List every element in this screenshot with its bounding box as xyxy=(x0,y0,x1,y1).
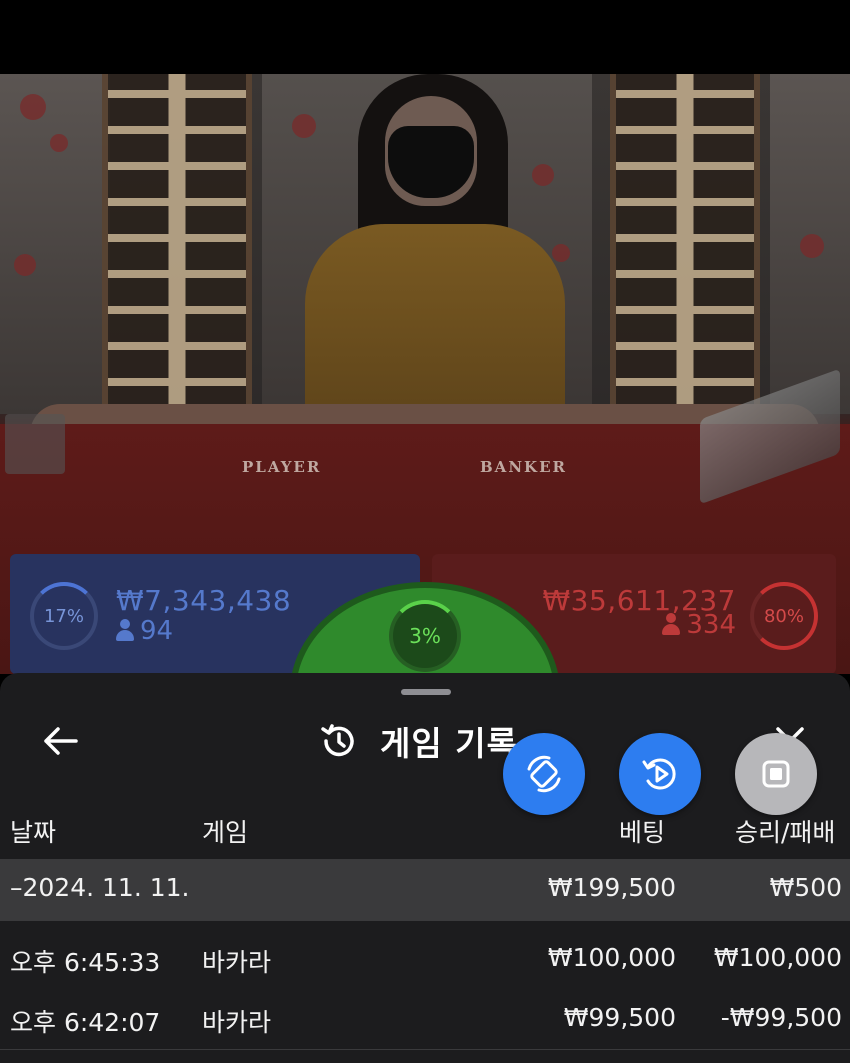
backdrop-screen-right xyxy=(770,74,850,414)
stop-icon xyxy=(762,760,790,788)
history-icon xyxy=(318,721,358,761)
banker-percent-ring: 80% xyxy=(750,582,818,650)
player-bet-amount: ₩7,343,438 xyxy=(116,584,292,617)
column-header-date: 날짜 xyxy=(10,818,57,847)
row-result: -₩99,500 xyxy=(720,1003,842,1032)
date-group-bet-total: ₩199,500 xyxy=(547,873,676,902)
row-time: 오후 6:45:33 xyxy=(10,948,161,977)
row-game: 바카라 xyxy=(202,948,272,977)
dealer-mask xyxy=(388,126,474,198)
player-bettor-count-value: 94 xyxy=(140,616,174,646)
stop-button[interactable] xyxy=(735,733,817,815)
banker-felt-label: BANKER xyxy=(480,458,567,476)
tie-percent-ring: 3% xyxy=(389,600,461,672)
table-row[interactable]: 오후 6:45:33 바카라 ₩100,000 ₩100,000 xyxy=(0,929,850,989)
dealer-body xyxy=(305,224,565,424)
rotate-device-button[interactable] xyxy=(503,733,585,815)
arrow-left-icon[interactable] xyxy=(38,721,82,761)
sheet-title: 게임 기록 xyxy=(380,724,518,763)
date-group-label: –2024. 11. 11. xyxy=(10,873,190,902)
row-game: 바카라 xyxy=(202,1008,272,1037)
game-history-sheet: 게임 기록 날짜 게임 베팅 승리/패배 –2024. 11. 11. ₩199… xyxy=(0,673,850,1063)
row-bet: ₩100,000 xyxy=(547,943,676,972)
player-bettor-count: 94 xyxy=(116,616,173,646)
row-divider xyxy=(0,1049,850,1050)
column-header-game: 게임 xyxy=(202,818,249,847)
lattice-panel-right xyxy=(610,74,760,414)
player-percent: 17% xyxy=(43,605,84,627)
banker-bettor-count: 334 xyxy=(662,610,736,640)
column-header-bet: 베팅 xyxy=(619,818,666,847)
replay-video-icon xyxy=(642,758,676,790)
row-time: 오후 6:42:07 xyxy=(10,1008,161,1037)
discard-tray xyxy=(5,414,65,474)
player-felt-label: PLAYER xyxy=(242,458,322,476)
player-percent-ring: 17% xyxy=(30,582,98,650)
person-icon xyxy=(116,619,134,641)
table-row[interactable]: 오후 6:42:07 바카라 ₩99,500 -₩99,500 xyxy=(0,989,850,1049)
banker-percent: 80% xyxy=(763,605,804,627)
person-icon xyxy=(662,613,681,635)
date-group-row[interactable]: –2024. 11. 11. ₩199,500 ₩500 xyxy=(0,859,850,921)
replay-video-button[interactable] xyxy=(619,733,701,815)
sheet-header: 게임 기록 xyxy=(318,717,518,765)
column-header-result: 승리/패배 xyxy=(735,818,836,847)
lattice-panel-left xyxy=(102,74,252,414)
date-group-result-total: ₩500 xyxy=(769,873,842,902)
banker-bettor-count-value: 334 xyxy=(686,610,736,640)
row-bet: ₩99,500 xyxy=(563,1003,676,1032)
rotate-device-icon xyxy=(527,755,561,793)
backdrop-screen-left xyxy=(0,74,110,414)
tie-percent: 3% xyxy=(409,624,441,648)
sheet-drag-handle[interactable] xyxy=(401,689,451,695)
row-result: ₩100,000 xyxy=(713,943,842,972)
status-bar xyxy=(0,0,850,74)
